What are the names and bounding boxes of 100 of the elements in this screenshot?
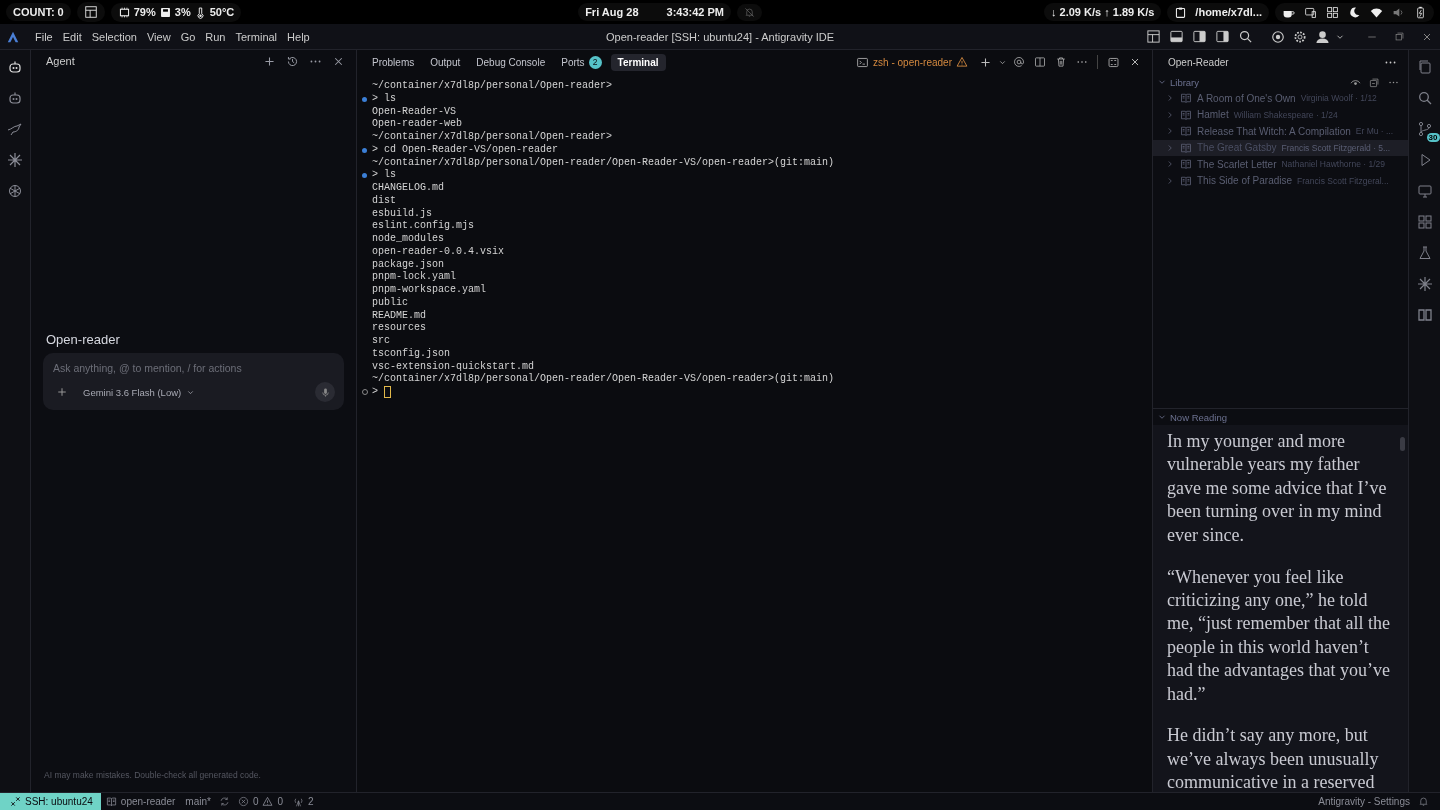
menu-item[interactable]: Help <box>282 27 315 46</box>
panel-tab[interactable]: Output <box>423 53 468 71</box>
menu-item[interactable]: File <box>30 27 58 46</box>
robot-icon <box>7 59 23 75</box>
flask-icon <box>1416 245 1433 261</box>
microphone-icon <box>319 386 331 398</box>
prompt-path: ~/container/x7dl8p/personal/Open-reader/Open-Reader-VS/open-reader>(git:main) <box>372 373 835 386</box>
chat-input-field[interactable]: Ask anything, @ to mention, / for actions Gemini 3.6 Flash (Low) <box>43 353 344 410</box>
prompt-path: ~/container/x7dl8p/personal/Open-reader/Open-Reader-VS/open-reader>(git:main) <box>372 156 835 169</box>
warning-icon <box>262 796 274 807</box>
settings-link[interactable]: Antigravity - Settings <box>1313 796 1415 807</box>
globe-icon <box>1271 29 1285 44</box>
terminal-selector[interactable]: zsh - open-reader <box>856 55 968 69</box>
reader-paragraph: In my younger and more vulnerable years my father gave me some advice that I’ve been turning over in my mind ever since. <box>1167 430 1388 547</box>
clipboard-text: /home/x7dl... <box>1195 6 1262 18</box>
terminal-icon <box>856 55 870 69</box>
output-text: Open-Reader-VS <box>372 105 456 118</box>
book-icon <box>105 796 117 807</box>
output-text: tsconfig.json <box>372 347 450 361</box>
workspace-title: Open-reader <box>46 332 121 347</box>
cpu-icon <box>117 5 131 19</box>
output-text: eslint.config.mjs <box>372 220 475 233</box>
warning-icon <box>956 56 968 68</box>
notifications-off-icon <box>744 6 755 18</box>
panel-tab[interactable]: Debug Console <box>469 53 553 71</box>
devices-icon <box>1304 5 1317 19</box>
panel-title: Agent <box>46 55 76 67</box>
robot-icon <box>7 90 23 106</box>
temperature: 50°C <box>209 6 235 18</box>
menu-item[interactable]: Terminal <box>230 27 283 46</box>
cursor <box>384 386 391 399</box>
remote-button[interactable]: SSH: ubuntu24 <box>0 793 101 810</box>
prompt-path: ~/container/x7dl8p/personal/Open-reader> <box>372 80 613 93</box>
bell-icon <box>1418 796 1429 807</box>
battery-icon <box>1414 5 1427 19</box>
extensions-icon <box>1416 214 1433 230</box>
error-icon <box>237 796 249 807</box>
repository-button[interactable]: open-reader <box>100 796 181 807</box>
book-icon <box>1180 141 1192 154</box>
output-text: node_modules <box>372 233 444 246</box>
ports-button[interactable]: 2 <box>288 796 319 807</box>
network-speed: ↓ 2.09 K/s ↑ 1.89 K/s <box>1051 6 1155 18</box>
panel-bottom-icon <box>1169 29 1184 44</box>
output-text: open-reader-0.0.4.vsix <box>372 245 505 259</box>
layout-icon <box>83 5 98 19</box>
remote-icon <box>10 796 21 807</box>
sync-icon <box>218 796 230 807</box>
menu-item[interactable]: Go <box>175 27 201 46</box>
swirl-icon <box>7 183 23 199</box>
model-dropdown[interactable]: Gemini 3.6 Flash (Low) <box>83 386 196 398</box>
panel-tab[interactable]: Terminal <box>610 53 666 71</box>
output-text: pnpm-workspace.yaml <box>372 284 487 297</box>
clock-label: 3:43:42 PM <box>666 6 724 18</box>
command-text: > ls <box>372 92 396 106</box>
plus-icon <box>979 55 992 69</box>
book-icon <box>1180 158 1192 171</box>
sidebar-right-icon <box>1215 29 1230 44</box>
search-icon <box>1416 90 1433 106</box>
menu-item[interactable]: Run <box>200 27 231 46</box>
cpu-usage: 79% <box>133 6 156 18</box>
monitor-icon <box>1416 183 1433 199</box>
problems-button[interactable]: 0 0 <box>232 796 288 807</box>
disclaimer-text: AI may make mistakes. Double-check all generated code. <box>43 770 262 782</box>
account-icon <box>1315 29 1330 44</box>
trash-icon <box>1055 56 1067 68</box>
menu-item[interactable]: Selection <box>86 27 142 46</box>
output-text: pnpm-lock.yaml <box>372 271 456 284</box>
reader-paragraph: He didn’t say any more, but we’ve always been unusually communicative in a reserved <box>1167 724 1380 792</box>
output-text: dist <box>372 194 396 208</box>
command-text: > ls <box>372 169 396 182</box>
prompt-path: ~/container/x7dl8p/personal/Open-reader> <box>372 131 613 144</box>
date-label: Fri Aug 28 <box>585 6 639 18</box>
output-text: src <box>372 335 390 348</box>
output-text: CHANGELOG.md <box>372 182 444 195</box>
panel-tab[interactable]: Ports 2 <box>554 52 609 72</box>
collapse-icon <box>1369 76 1380 88</box>
section-header: Now Reading <box>1170 411 1229 423</box>
close-icon <box>1129 56 1141 68</box>
microphone-button[interactable] <box>315 382 335 402</box>
output-text: resources <box>372 322 426 335</box>
panel-title: Open-Reader <box>1168 56 1230 68</box>
sparkle-icon <box>7 152 23 168</box>
apps-icon <box>1326 5 1339 19</box>
menu-item[interactable]: View <box>141 27 176 46</box>
sparkle-icon <box>1416 276 1433 292</box>
output-text: package.json <box>372 258 444 271</box>
files-icon <box>1416 59 1433 75</box>
window-title: Open-reader [SSH: ubuntu24] - Antigravity IDE <box>605 30 835 43</box>
command-text: > cd Open-Reader-VS/open-reader <box>372 143 559 157</box>
output-text: esbuild.js <box>372 207 432 220</box>
moon-icon <box>1348 5 1361 19</box>
command-text: > <box>372 386 378 399</box>
panel-tab[interactable]: Problems <box>365 53 422 71</box>
branch-button[interactable]: main* <box>180 796 216 807</box>
book-icon <box>1180 92 1192 105</box>
output-text: public <box>372 296 408 310</box>
book-icon <box>1180 174 1192 187</box>
antenna-icon <box>293 796 304 807</box>
plus-icon <box>263 54 276 68</box>
menu-item[interactable]: Edit <box>57 27 87 46</box>
